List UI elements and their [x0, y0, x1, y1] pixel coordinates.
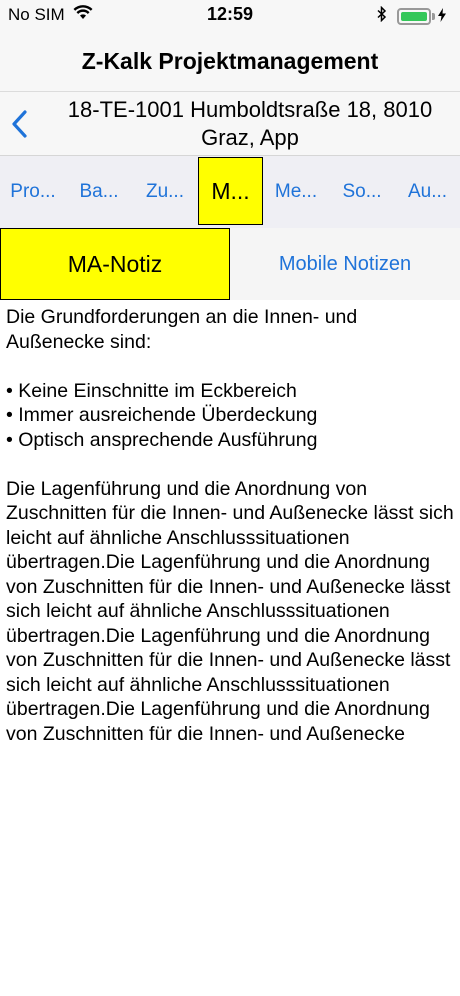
status-right	[377, 5, 446, 27]
tab-strip: Pro... Ba... Zu... M... Me... So... Au..…	[0, 156, 460, 228]
battery-icon	[397, 8, 431, 25]
bluetooth-icon	[377, 5, 387, 27]
nav-bar: 18-TE-1001 Humboldtsraße 18, 8010 Graz, …	[0, 92, 460, 156]
subtab-mobile-notizen[interactable]: Mobile Notizen	[230, 228, 460, 300]
tab-zu[interactable]: Zu...	[132, 156, 198, 228]
subtab-bar: MA-Notiz Mobile Notizen	[0, 228, 460, 300]
status-bar: No SIM 12:59	[0, 0, 460, 30]
tab-au[interactable]: Au...	[395, 156, 460, 228]
project-title: 18-TE-1001 Humboldtsraße 18, 8010 Graz, …	[67, 97, 433, 150]
tab-projekt[interactable]: Pro...	[0, 156, 66, 228]
chevron-left-icon	[12, 110, 27, 138]
tab-so[interactable]: So...	[329, 156, 395, 228]
subtab-ma-notiz[interactable]: MA-Notiz	[0, 228, 230, 300]
tab-ma-notiz[interactable]: M...	[198, 157, 263, 225]
note-text[interactable]: Die Grundforderungen an die Innen- und A…	[6, 305, 454, 815]
charging-icon	[438, 8, 446, 25]
tab-ba[interactable]: Ba...	[66, 156, 132, 228]
battery-level	[401, 12, 427, 21]
tab-me[interactable]: Me...	[263, 156, 329, 228]
app-title: Z-Kalk Projektmanagement	[0, 30, 460, 92]
battery-tip	[432, 13, 435, 20]
back-button[interactable]	[4, 102, 34, 146]
